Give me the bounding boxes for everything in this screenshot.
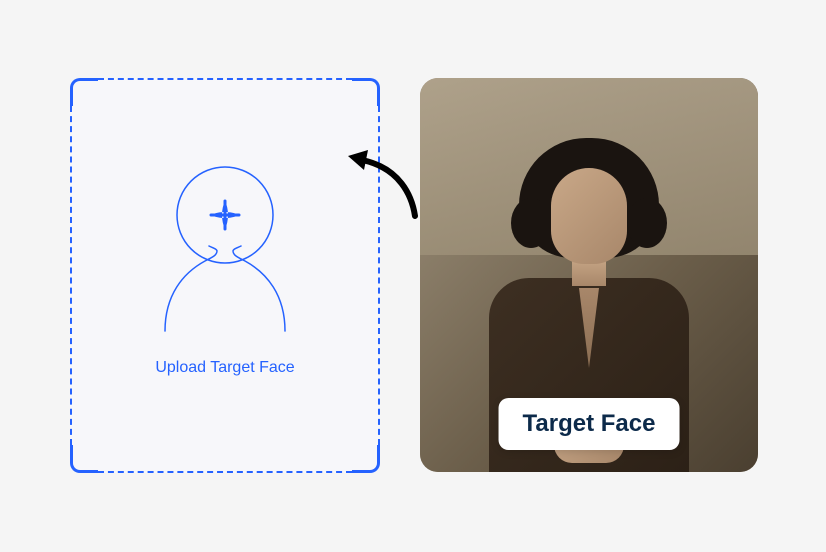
upload-target-face-zone[interactable]: Upload Target Face xyxy=(70,78,380,473)
person-silhouette-icon xyxy=(145,155,305,335)
main-content: Upload Target Face Target Face xyxy=(70,78,758,473)
target-face-badge: Target Face xyxy=(499,398,680,450)
arrow-icon xyxy=(340,148,430,223)
target-face-photo: Target Face xyxy=(420,78,758,472)
upload-label: Upload Target Face xyxy=(155,359,294,377)
badge-label: Target Face xyxy=(523,410,656,437)
